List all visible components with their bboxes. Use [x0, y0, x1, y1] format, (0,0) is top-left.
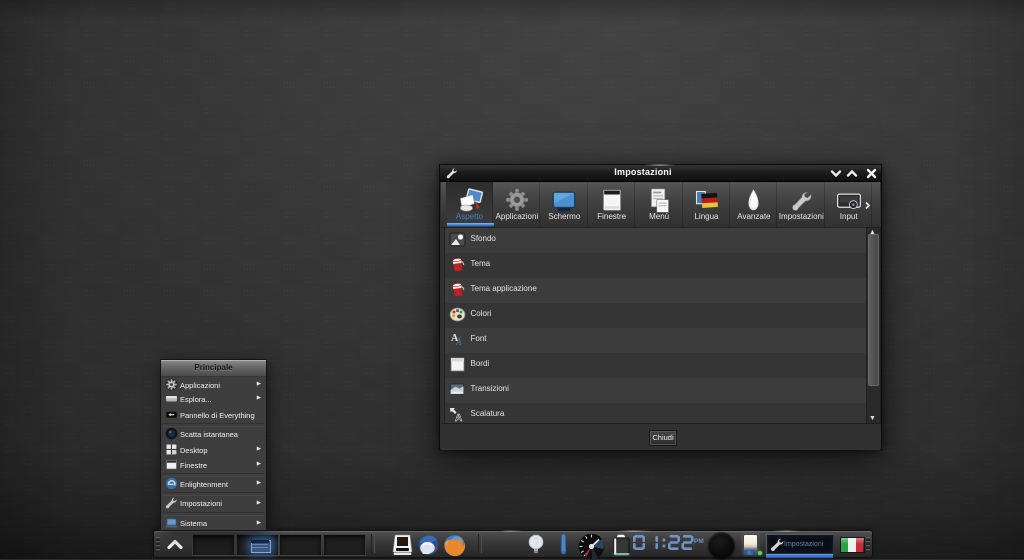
svg-text:Ă: Ă [455, 337, 462, 347]
svg-text:PM: PM [694, 538, 704, 545]
svg-text:A: A [455, 413, 462, 423]
